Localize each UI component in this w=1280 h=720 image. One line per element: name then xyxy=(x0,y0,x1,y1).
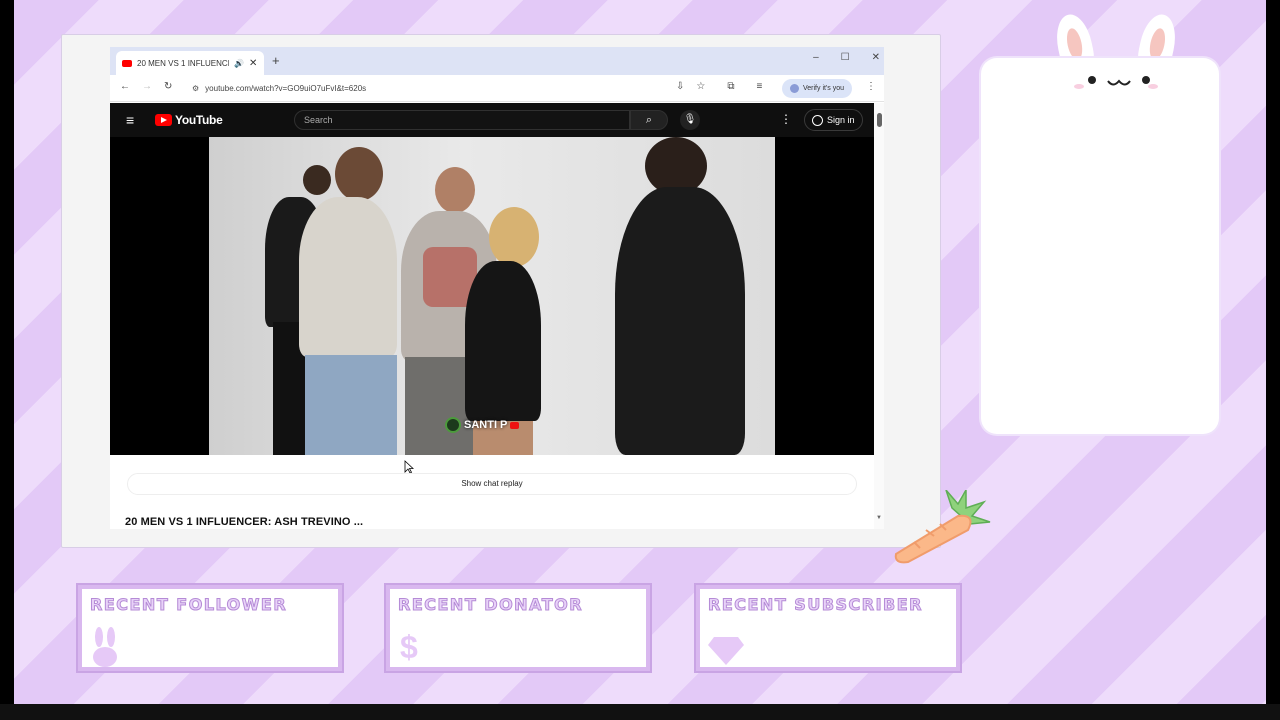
search-button[interactable]: ⌕ xyxy=(630,110,668,130)
bookmark-star-icon[interactable]: ☆ xyxy=(696,81,705,92)
sign-in-label: Sign in xyxy=(827,115,855,125)
bunny-face-icon xyxy=(1084,72,1154,92)
youtube-masthead: ≡ YouTube Search ⌕ 🎙 ⋮ Sign in xyxy=(110,103,874,137)
page-scrollbar[interactable] xyxy=(874,103,884,529)
recent-donator-panel: RECENT DONATOR $ xyxy=(386,585,650,671)
new-tab-button[interactable]: + xyxy=(272,53,280,68)
channel-logo-icon xyxy=(445,417,461,433)
youtube-logo[interactable]: YouTube xyxy=(155,113,223,127)
recent-subscriber-panel: RECENT SUBSCRIBER xyxy=(696,585,960,671)
show-chat-replay-button[interactable]: Show chat replay xyxy=(127,473,857,495)
url-text: youtube.com/watch?v=GO9uiO7uFvI&t=620s xyxy=(205,84,367,93)
search-input[interactable]: Search xyxy=(294,110,630,130)
account-icon xyxy=(812,114,823,126)
window-controls: – ☐ ✕ xyxy=(813,52,880,63)
youtube-play-icon xyxy=(155,114,172,126)
youtube-favicon-icon xyxy=(122,59,132,67)
video-player[interactable]: SANTI P xyxy=(110,137,874,455)
bunny-icon xyxy=(90,627,120,672)
scrollbar-thumb[interactable] xyxy=(877,113,882,127)
dollar-icon: $ xyxy=(400,629,418,665)
voice-search-button[interactable]: 🎙 xyxy=(680,110,700,130)
recent-follower-panel: RECENT FOLLOWER xyxy=(78,585,342,671)
hamburger-menu-icon[interactable]: ≡ xyxy=(126,112,134,128)
minimize-icon[interactable]: – xyxy=(813,52,819,63)
maximize-icon[interactable]: ☐ xyxy=(841,52,850,63)
tab-youtube[interactable]: 20 MEN VS 1 INFLUENCER: 🔊 ✕ xyxy=(116,51,264,75)
video-frame: SANTI P xyxy=(209,137,775,455)
browser-menu-icon[interactable]: ⋮ xyxy=(866,81,876,92)
tab-strip: 20 MEN VS 1 INFLUENCER: 🔊 ✕ + – ☐ ✕ xyxy=(110,47,884,75)
install-app-icon[interactable]: ⇩ xyxy=(676,81,684,92)
profile-avatar-icon xyxy=(790,84,799,93)
youtube-badge-icon xyxy=(510,421,520,429)
forward-arrow-icon[interactable]: → xyxy=(142,81,152,92)
recent-follower-title: RECENT FOLLOWER xyxy=(89,595,288,615)
bunny-blush-left xyxy=(1074,84,1084,89)
recent-subscriber-title: RECENT SUBSCRIBER xyxy=(708,595,923,615)
youtube-logo-text: YouTube xyxy=(175,113,223,127)
channel-watermark: SANTI P xyxy=(445,417,520,433)
video-title[interactable]: 20 MEN VS 1 INFLUENCER: ASH TREVINO ... xyxy=(125,516,363,528)
watermark-text: SANTI P xyxy=(464,419,508,431)
bottom-black-bar xyxy=(0,704,1280,720)
webcam-frame xyxy=(981,58,1219,434)
browser-window: 20 MEN VS 1 INFLUENCER: 🔊 ✕ + – ☐ ✕ ← → … xyxy=(110,47,884,529)
recent-donator-title: RECENT DONATOR xyxy=(397,595,584,615)
verify-profile-button[interactable]: Verify it's you xyxy=(782,79,853,98)
microphone-icon: 🎙 xyxy=(683,114,697,125)
address-bar-row: ← → ↻ ⚙ youtube.com/watch?v=GO9uiO7uFvI&… xyxy=(110,75,884,102)
media-controls-icon[interactable]: ≡ xyxy=(757,81,763,92)
speaker-icon[interactable]: 🔊 xyxy=(234,59,244,68)
diamond-icon xyxy=(708,635,744,670)
back-arrow-icon[interactable]: ← xyxy=(120,81,130,92)
site-info-icon[interactable]: ⚙ xyxy=(192,84,199,93)
close-tab-icon[interactable]: ✕ xyxy=(249,58,257,69)
reload-icon[interactable]: ↻ xyxy=(164,81,172,92)
tab-title: 20 MEN VS 1 INFLUENCER: xyxy=(137,58,229,68)
carrot-icon xyxy=(886,487,996,570)
settings-kebab-icon[interactable]: ⋮ xyxy=(780,112,792,126)
close-window-icon[interactable]: ✕ xyxy=(872,52,880,63)
search-icon: ⌕ xyxy=(645,114,653,126)
extensions-icon[interactable]: ⧉ xyxy=(727,81,734,92)
verify-label: Verify it's you xyxy=(803,85,845,92)
sign-in-button[interactable]: Sign in xyxy=(804,109,863,131)
scroll-down-arrow-icon[interactable]: ▼ xyxy=(876,515,882,521)
